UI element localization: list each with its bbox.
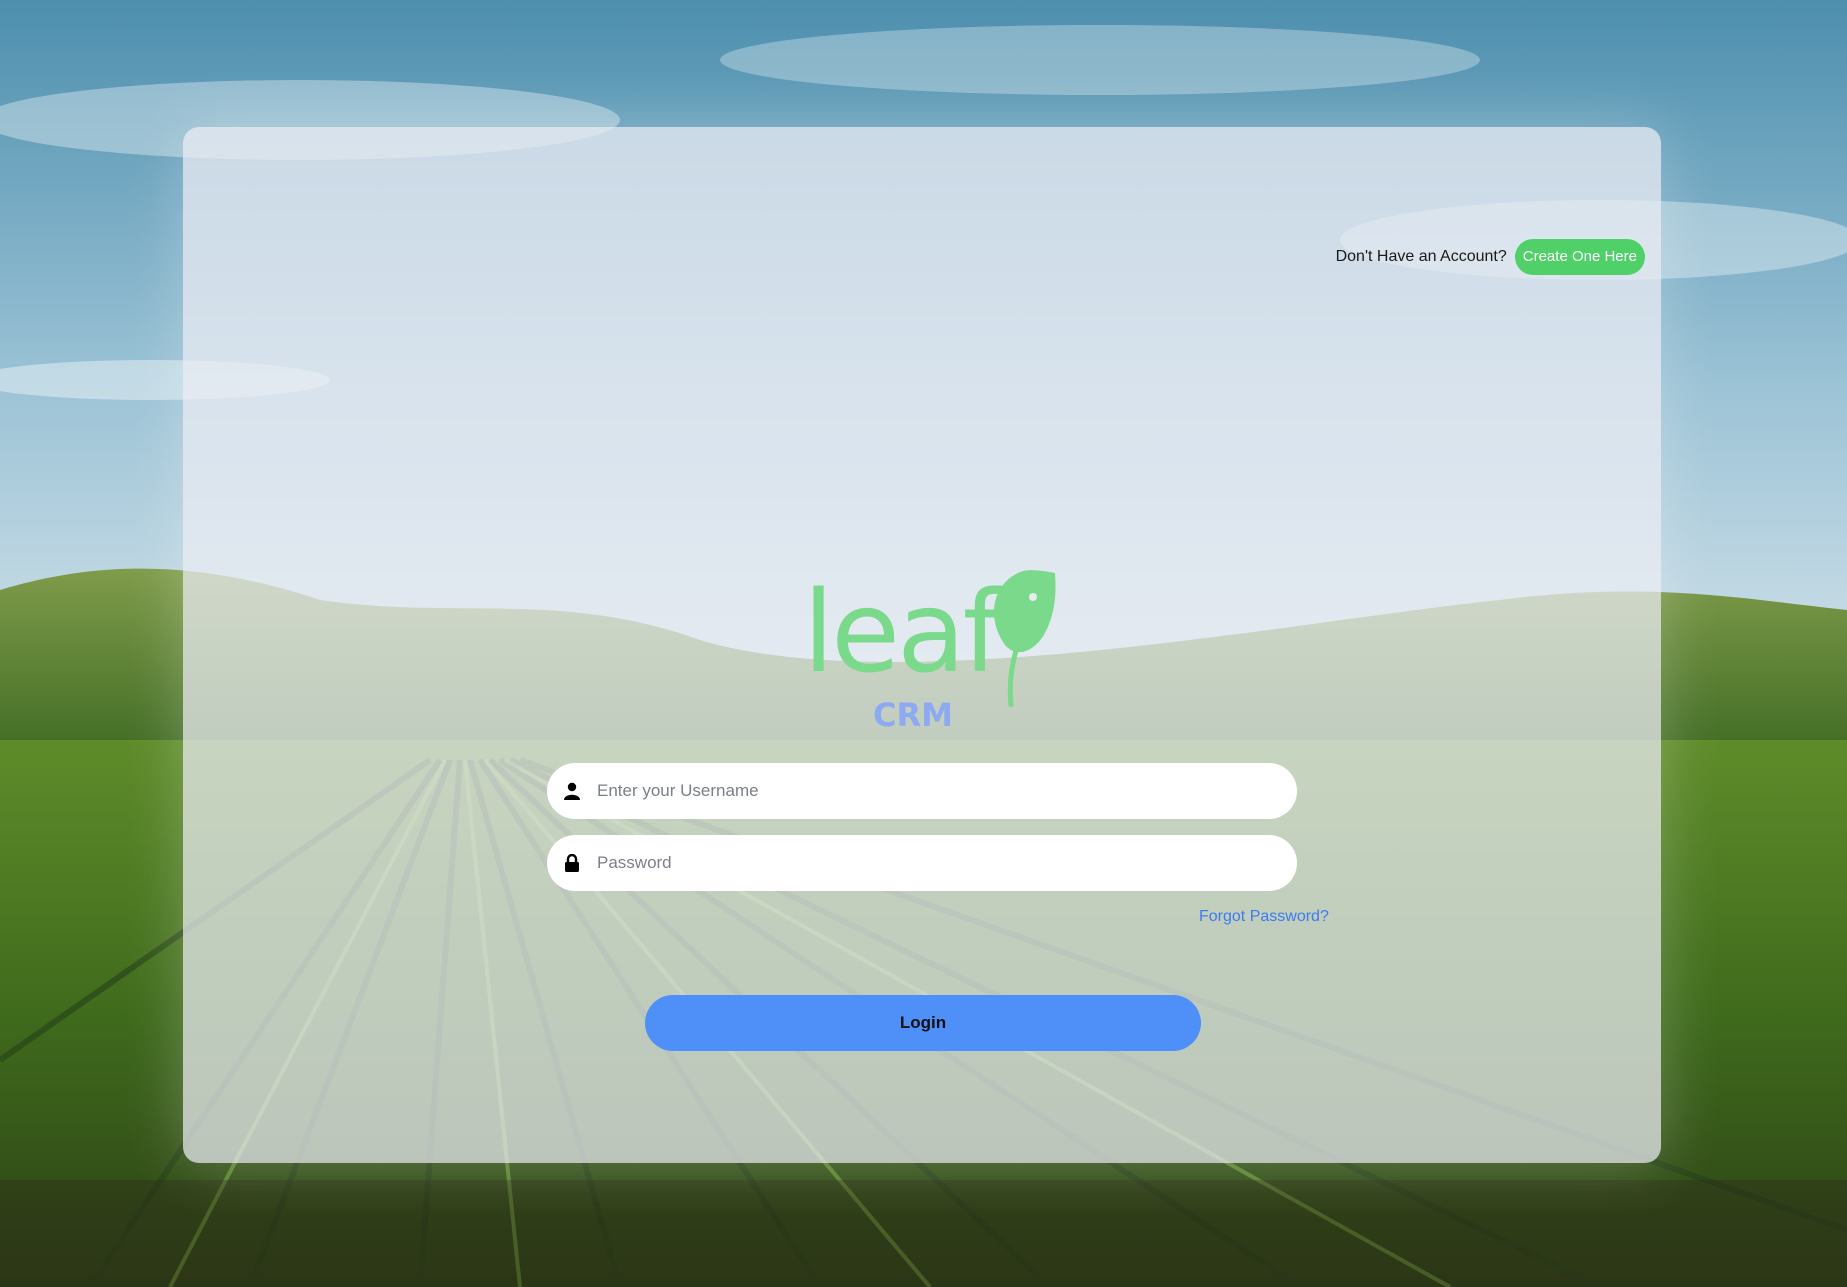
password-field[interactable] [547, 835, 1297, 891]
user-icon [563, 782, 581, 800]
logo-wordmark: leaf [803, 568, 1002, 698]
forgot-password-link[interactable]: Forgot Password? [1199, 908, 1329, 926]
leaf-icon [983, 567, 1063, 712]
login-button[interactable]: Login [645, 995, 1201, 1051]
signup-row: Don't Have an Account? Create One Here [1336, 239, 1645, 275]
username-field[interactable] [547, 763, 1297, 819]
create-account-button[interactable]: Create One Here [1514, 239, 1645, 275]
logo-subtitle: CRM [873, 696, 953, 734]
signup-prompt: Don't Have an Account? [1335, 248, 1507, 265]
password-input[interactable] [595, 852, 1259, 874]
lock-icon [563, 854, 581, 872]
logo: leaf CRM [803, 437, 1103, 737]
username-input[interactable] [595, 780, 1259, 802]
login-card: Don't Have an Account? Create One Here l… [183, 127, 1661, 1163]
